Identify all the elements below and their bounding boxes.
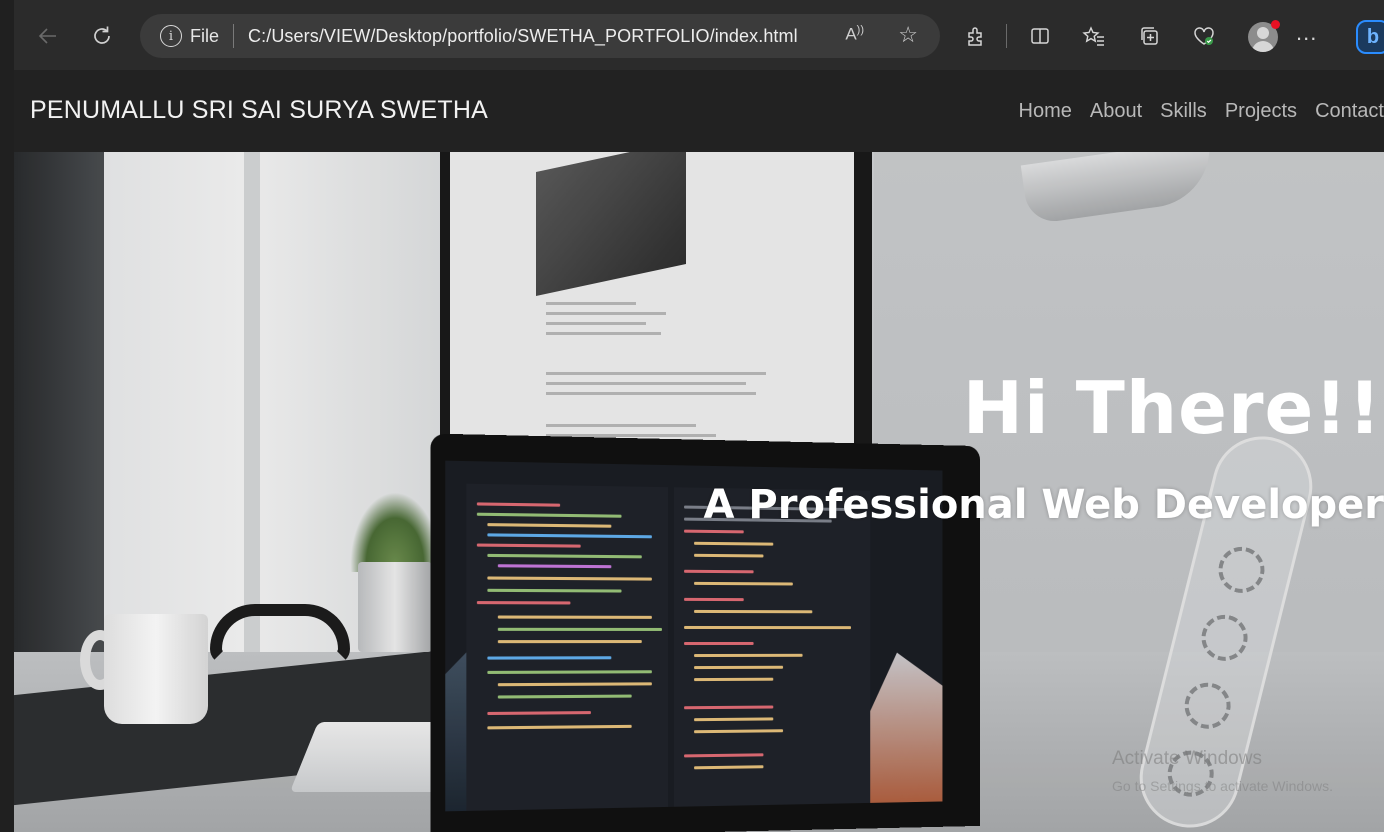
site-navbar: PENUMALLU SRI SAI SURYA SWETHA Home Abou…	[14, 70, 1384, 152]
more-icon[interactable]: ...	[1296, 20, 1317, 46]
nav-menu: Home About Skills Projects Contact	[1001, 100, 1384, 123]
split-screen-icon[interactable]	[1026, 22, 1054, 50]
nav-link-about[interactable]: About	[1090, 100, 1142, 123]
notification-dot	[1271, 20, 1280, 29]
nav-link-contact[interactable]: Contact	[1315, 100, 1384, 123]
extensions-icon[interactable]	[962, 22, 990, 50]
nav-link-skills[interactable]: Skills	[1160, 100, 1207, 123]
hero-title: Hi There!!	[962, 366, 1382, 450]
site-brand[interactable]: PENUMALLU SRI SAI SURYA SWETHA	[30, 96, 488, 125]
bing-copilot-icon[interactable]: b	[1356, 20, 1384, 54]
favorites-icon[interactable]	[1080, 22, 1108, 50]
address-divider	[233, 24, 235, 48]
toolbar-divider	[1006, 24, 1007, 48]
nav-link-projects[interactable]: Projects	[1225, 100, 1297, 123]
back-button[interactable]	[34, 22, 62, 50]
browser-toolbar: i File C:/Users/VIEW/Desktop/portfolio/S…	[0, 0, 1384, 70]
hero-subtitle: A Professional Web Developer	[703, 482, 1384, 528]
browser-essentials-icon[interactable]	[1190, 22, 1218, 50]
hero-section: Hi There!! A Professional Web Developer …	[14, 152, 1384, 832]
window-edge	[0, 0, 14, 832]
refresh-icon	[94, 26, 110, 44]
back-icon	[38, 28, 56, 44]
collections-icon[interactable]	[1136, 22, 1164, 50]
refresh-button[interactable]	[88, 22, 116, 50]
read-aloud-icon[interactable]: A))	[845, 24, 864, 45]
url-text[interactable]: C:/Users/VIEW/Desktop/portfolio/SWETHA_P…	[248, 26, 798, 47]
address-bar[interactable]: i File C:/Users/VIEW/Desktop/portfolio/S…	[140, 14, 940, 58]
info-icon[interactable]: i	[160, 25, 182, 47]
file-label: File	[190, 25, 220, 46]
activate-windows-watermark: Activate Windows	[1112, 748, 1262, 769]
nav-link-home[interactable]: Home	[1019, 100, 1072, 123]
favorite-star-icon[interactable]: ☆	[898, 22, 918, 48]
activate-windows-subtext: Go to Settings to activate Windows.	[1112, 778, 1333, 794]
